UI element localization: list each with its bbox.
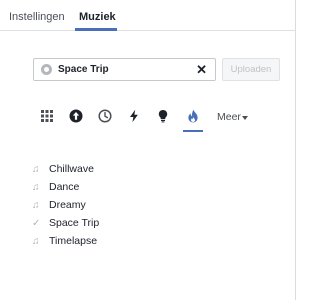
more-dropdown[interactable]: Meer bbox=[217, 111, 241, 123]
grid-icon[interactable] bbox=[40, 109, 54, 123]
track-label: Space Trip bbox=[49, 217, 100, 229]
active-tab-indicator bbox=[75, 28, 117, 31]
music-note-icon: ♫ bbox=[32, 200, 40, 211]
search-field[interactable]: ✕ bbox=[33, 58, 216, 81]
music-note-icon: ♫ bbox=[32, 236, 40, 247]
tab-music[interactable]: Muziek bbox=[79, 11, 116, 23]
music-note-icon: ♫ bbox=[32, 182, 40, 193]
track-label: Timelapse bbox=[49, 235, 98, 247]
music-panel: Instellingen Muziek ✕ Uploaden bbox=[0, 0, 296, 300]
lightning-icon[interactable] bbox=[127, 109, 141, 123]
track-label: Chillwave bbox=[49, 163, 94, 175]
search-input[interactable] bbox=[58, 64, 198, 75]
chevron-down-icon[interactable] bbox=[242, 116, 248, 120]
tab-bar: Instellingen Muziek bbox=[0, 0, 296, 31]
upload-button[interactable]: Uploaden bbox=[222, 58, 280, 81]
search-icon bbox=[41, 64, 52, 75]
close-icon[interactable]: ✕ bbox=[196, 63, 207, 76]
check-icon: ✓ bbox=[32, 218, 41, 229]
clock-icon[interactable] bbox=[98, 109, 112, 123]
tab-settings[interactable]: Instellingen bbox=[9, 11, 65, 23]
lightbulb-icon[interactable] bbox=[156, 109, 170, 123]
track-label: Dance bbox=[49, 181, 80, 193]
active-category-indicator bbox=[183, 130, 203, 132]
track-label: Dreamy bbox=[49, 199, 86, 211]
music-note-icon: ♫ bbox=[32, 164, 40, 175]
fire-icon[interactable] bbox=[186, 109, 200, 123]
arrow-up-circle-icon[interactable] bbox=[69, 109, 83, 123]
